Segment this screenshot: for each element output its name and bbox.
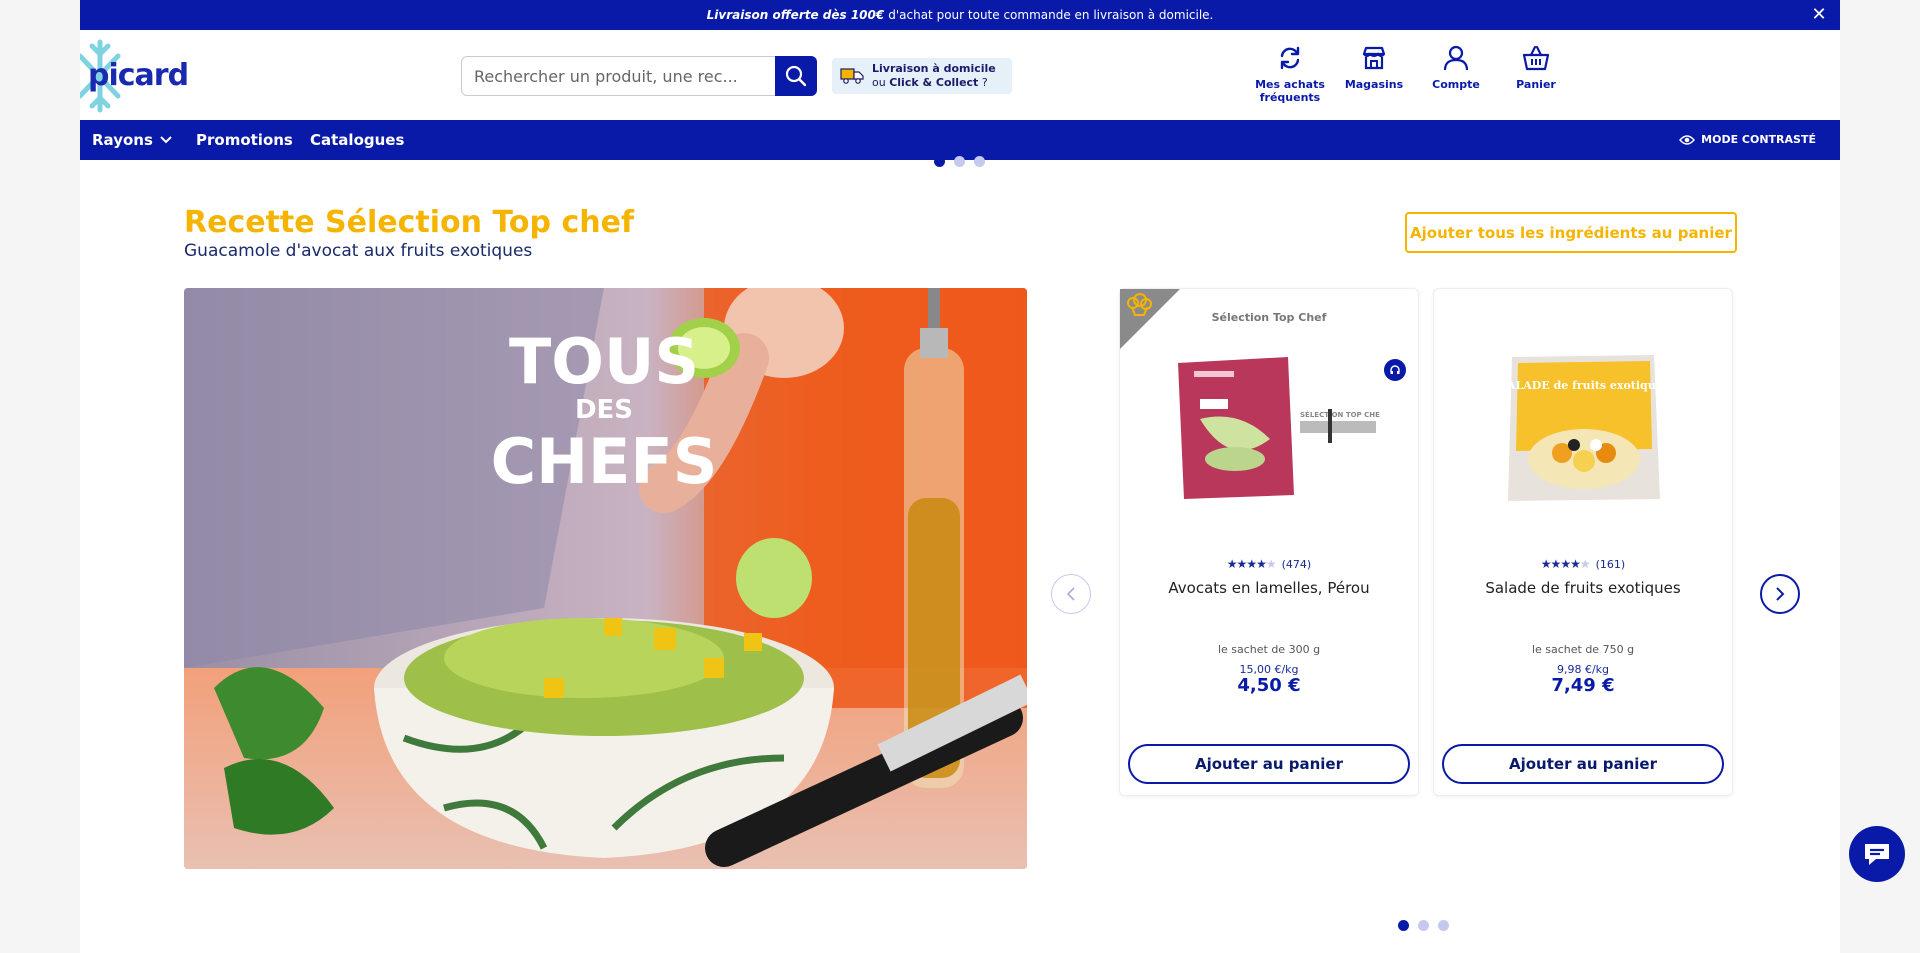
product-card[interactable]: Sélection Top Chef SÉLECTION TOP CHEF ★★… (1119, 288, 1419, 796)
top-chef-logo: SÉLECTION TOP CHEF (1300, 409, 1380, 443)
header: picard Livraison à domicile ou Click & C… (77, 30, 1840, 120)
carousel-dot[interactable] (1398, 920, 1409, 931)
guacamole-photo: TOUS DES CHEFS (184, 288, 1027, 869)
chat-icon (1865, 844, 1889, 865)
hero-text-line-1: TOUS (509, 325, 699, 398)
carousel-dot[interactable] (1438, 920, 1449, 931)
hero-text-line-3: CHEFS (491, 425, 718, 498)
nav-rayons[interactable]: Rayons (92, 131, 173, 149)
basket-icon (1522, 45, 1550, 71)
add-to-cart-button[interactable]: Ajouter au panier (1128, 744, 1410, 784)
delivery-text: Livraison à domicile ou Click & Collect … (872, 62, 996, 90)
recipe-subtitle: Guacamole d'avocat aux fruits exotiques (184, 241, 533, 261)
carousel-dot[interactable] (974, 156, 985, 167)
click-collect-label: Click & Collect (889, 76, 979, 89)
product-name[interactable]: Avocats en lamelles, Pérou (1120, 579, 1418, 597)
delivery-question: ? (981, 76, 988, 89)
truck-icon (840, 68, 864, 84)
product-image[interactable]: SALADE de fruits exotiques (1474, 349, 1694, 509)
recipe-hero-image: TOUS DES CHEFS (184, 288, 1027, 869)
page: Livraison offerte dès 100€ d'achat pour … (77, 0, 1840, 953)
search-box (461, 56, 817, 96)
nav-cart-label: Panier (1516, 78, 1556, 91)
eye-icon (1679, 134, 1696, 145)
banner-text: d'achat pour toute commande en livraison… (888, 8, 1214, 22)
add-to-cart-button[interactable]: Ajouter au panier (1442, 744, 1724, 784)
contrast-mode-toggle[interactable]: MODE CONTRASTÉ (1679, 133, 1816, 146)
product-name[interactable]: Salade de fruits exotiques (1434, 579, 1732, 597)
add-all-ingredients-button[interactable]: Ajouter tous les ingrédients au panier (1405, 212, 1737, 253)
nav-frequent-label-1: Mes achats (1255, 78, 1325, 91)
chevron-left-icon (1066, 587, 1075, 601)
nav-catalogues[interactable]: Catalogues (310, 131, 404, 149)
nav-rayons-label: Rayons (92, 131, 153, 149)
product-package: le sachet de 300 g (1217, 643, 1321, 656)
rating-stars: ★★★★★ (1540, 557, 1591, 571)
nav-stores-label: Magasins (1344, 78, 1404, 91)
logo-text: picard (88, 58, 189, 93)
chevron-right-icon (1776, 587, 1785, 601)
search-input[interactable] (462, 58, 762, 94)
carousel-prev-button[interactable] (1051, 574, 1091, 614)
product-price: 4,50 € (1237, 675, 1301, 696)
chat-button[interactable] (1849, 826, 1905, 882)
hero-text-line-2: DES (575, 395, 633, 425)
delivery-mode-selector[interactable]: Livraison à domicile ou Click & Collect … (832, 58, 1012, 94)
search-button[interactable] (775, 56, 817, 96)
selection-label: Sélection Top Chef (1211, 311, 1327, 324)
promo-banner: Livraison offerte dès 100€ d'achat pour … (80, 0, 1840, 30)
chevron-down-icon (160, 136, 172, 144)
top-carousel-dots (934, 156, 985, 167)
product-rating: ★★★★★ (161) (1434, 557, 1732, 571)
product-card[interactable]: SALADE de fruits exotiques ★★★★★ (161) S… (1433, 288, 1733, 796)
product-image[interactable]: SÉLECTION TOP CHEF (1160, 349, 1380, 509)
nav-cart[interactable]: Panier (1478, 44, 1594, 91)
carousel-next-button[interactable] (1760, 574, 1800, 614)
product-pack-text: SALADE de fruits exotiques (1499, 379, 1669, 392)
delivery-or: ou (872, 76, 886, 89)
nav-promotions[interactable]: Promotions (196, 131, 293, 149)
user-icon (1443, 45, 1469, 71)
store-icon (1362, 46, 1386, 70)
product-package: le sachet de 750 g (1531, 643, 1635, 656)
rating-count: (474) (1281, 557, 1312, 571)
carousel-dot[interactable] (954, 156, 965, 167)
recipe-title: Recette Sélection Top chef (184, 205, 634, 240)
product-price: 7,49 € (1551, 675, 1615, 696)
carousel-dot[interactable] (1418, 920, 1429, 931)
headphones-icon[interactable] (1384, 359, 1406, 381)
refresh-icon (1280, 46, 1300, 70)
nav-account-label: Compte (1432, 78, 1480, 91)
carousel-dot[interactable] (934, 156, 945, 167)
rating-stars: ★★★★★ (1226, 557, 1277, 571)
delivery-home-label: Livraison à domicile (872, 62, 996, 75)
rating-count: (161) (1595, 557, 1626, 571)
product-rating: ★★★★★ (474) (1120, 557, 1418, 571)
close-icon[interactable]: ✕ (1810, 6, 1828, 24)
product-carousel-dots (1398, 920, 1449, 931)
picard-logo[interactable]: picard (77, 38, 200, 114)
banner-bold-text: Livraison offerte dès 100€ (706, 8, 885, 22)
search-icon (785, 65, 807, 87)
main-navbar: Rayons Promotions Catalogues MODE CONTRA… (80, 120, 1840, 160)
contrast-mode-label: MODE CONTRASTÉ (1701, 133, 1816, 146)
top-chef-logo-text: SÉLECTION TOP CHEF (1300, 410, 1380, 419)
nav-frequent-label-2: fréquents (1259, 91, 1321, 104)
